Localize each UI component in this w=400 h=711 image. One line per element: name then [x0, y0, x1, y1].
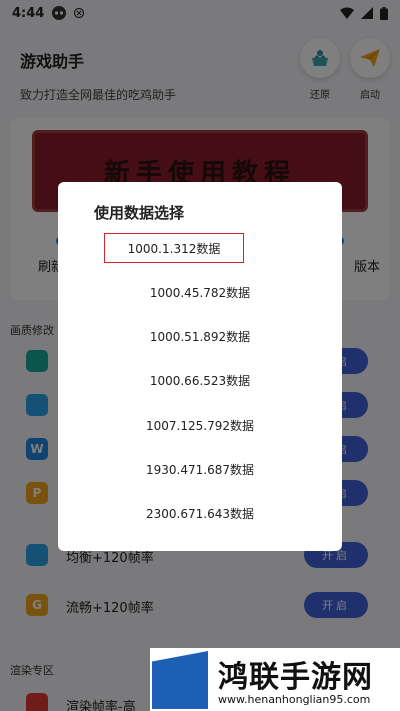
dialog-title: 使用数据选择 — [94, 204, 185, 222]
watermark-title: 鸿联手游网 — [218, 660, 373, 695]
data-option[interactable]: 1007.125.792数据 — [58, 410, 342, 440]
bull-logo-icon — [152, 651, 208, 709]
watermark-url: www.henanhonglian95.com — [218, 693, 371, 706]
data-option-selected[interactable]: 1000.1.312数据 — [104, 233, 244, 263]
data-option[interactable]: 1000.45.782数据 — [58, 277, 342, 307]
data-select-dialog: 使用数据选择 1000.1.312数据 1000.45.782数据 1000.51.… — [58, 182, 342, 551]
data-option[interactable]: 1930.471.687数据 — [58, 455, 342, 485]
data-option[interactable]: 1000.66.523数据 — [58, 366, 342, 396]
data-option[interactable]: 2300.671.643数据 — [58, 499, 342, 529]
data-option[interactable]: 1000.51.892数据 — [58, 322, 342, 352]
watermark: 鸿联手游网 www.henanhonglian95.com — [150, 648, 400, 711]
